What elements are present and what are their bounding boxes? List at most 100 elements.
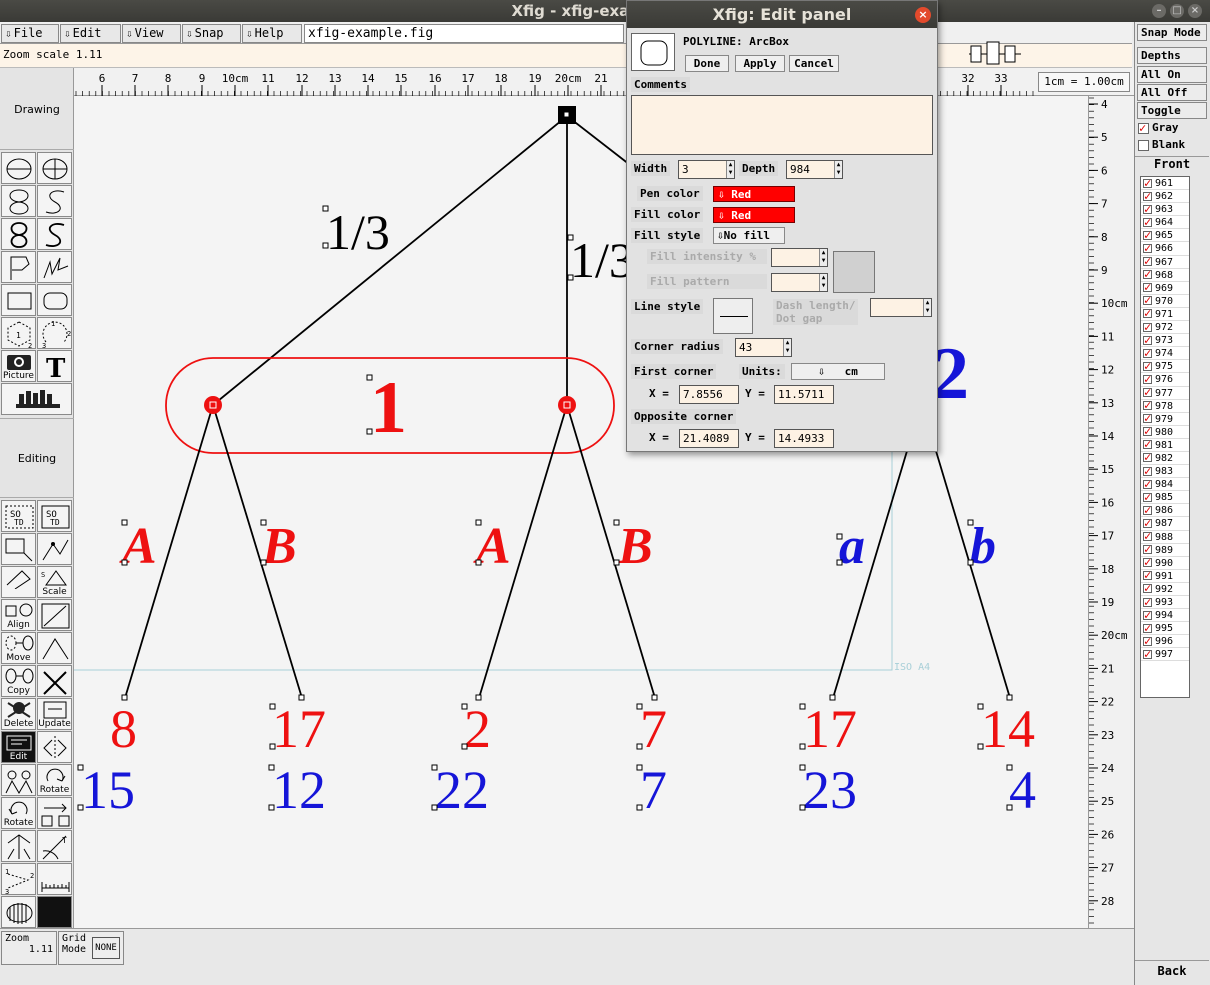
width-field[interactable]: 3 ▲ ▼	[678, 160, 735, 179]
spinner-icon[interactable]: ▲ ▼	[834, 161, 842, 178]
decision-node[interactable]	[204, 396, 222, 414]
checkbox-icon[interactable]	[1143, 465, 1152, 478]
payoff-player2[interactable]: 12	[272, 760, 326, 820]
dash-length-field[interactable]: ▲ ▼	[870, 298, 932, 317]
fill-intensity-field[interactable]: ▲ ▼	[771, 248, 828, 267]
box-tool[interactable]	[1, 284, 36, 316]
selection-handle[interactable]	[366, 374, 373, 381]
checkbox-icon[interactable]	[1143, 399, 1152, 412]
checkbox-icon[interactable]	[1143, 530, 1152, 543]
done-button[interactable]: Done	[685, 55, 729, 72]
zoom-control[interactable]: Zoom 1.11	[1, 931, 57, 965]
checkbox-icon[interactable]	[1143, 386, 1152, 399]
arc-tool[interactable]: 1 2 3	[37, 317, 72, 349]
open-compound-tool[interactable]	[1, 533, 36, 565]
selection-handle[interactable]	[269, 743, 276, 750]
move-label[interactable]: A	[119, 518, 157, 575]
ruler-point-tool[interactable]: 1 2 3	[1, 863, 36, 895]
payoff-player2[interactable]: 23	[803, 760, 857, 820]
all-off-button[interactable]: All Off	[1137, 84, 1207, 101]
copy-tool[interactable]: Copy	[1, 665, 36, 697]
flip-tool[interactable]	[37, 731, 72, 763]
depth-list[interactable]: 9619629639649659669679689699709719729739…	[1140, 176, 1190, 698]
rotate-ccw-tool[interactable]: Rotate	[1, 797, 36, 829]
selection-handle[interactable]	[269, 703, 276, 710]
checkbox-icon[interactable]	[1143, 360, 1152, 373]
spinner-icon[interactable]: ▲ ▼	[783, 339, 791, 356]
selection-handle[interactable]	[799, 703, 806, 710]
grid-mode-value[interactable]: NONE	[92, 937, 120, 959]
move-label[interactable]: B	[617, 518, 653, 575]
selection-handle[interactable]	[967, 559, 974, 566]
checkbox-icon[interactable]	[1143, 543, 1152, 556]
checkbox-icon[interactable]	[1143, 609, 1152, 622]
first-y-field[interactable]: 11.5711	[774, 385, 834, 404]
selection-handle[interactable]	[1006, 764, 1013, 771]
closed-spline-tool[interactable]	[1, 185, 36, 217]
color-swatch[interactable]	[37, 896, 72, 928]
checkbox-icon[interactable]	[1143, 294, 1152, 307]
selection-handle[interactable]	[567, 274, 574, 281]
checkbox-icon[interactable]	[1143, 281, 1152, 294]
fill-style-button[interactable]: ⇩No fill	[713, 227, 785, 244]
payoff-player2[interactable]: 22	[435, 760, 489, 820]
glue-tool[interactable]: SO TD	[1, 500, 36, 532]
polyline-tool[interactable]	[1, 251, 36, 283]
selection-handle[interactable]	[799, 764, 806, 771]
line-style-button[interactable]	[713, 298, 753, 334]
selection-handle[interactable]	[836, 559, 843, 566]
menu-edit[interactable]: ⇩ Edit	[60, 24, 121, 43]
probability-label[interactable]: 1/3	[570, 232, 634, 288]
all-on-button[interactable]: All On	[1137, 66, 1207, 83]
checkbox-icon[interactable]	[1143, 373, 1152, 386]
checkbox-icon[interactable]	[1143, 556, 1152, 569]
gray-checkbox[interactable]: Gray	[1138, 121, 1179, 135]
probability-label[interactable]: 1/3	[326, 204, 390, 260]
open-xspline-tool[interactable]	[37, 218, 72, 250]
decision-node[interactable]	[558, 396, 576, 414]
selection-handle[interactable]	[1006, 694, 1013, 701]
payoff-player1[interactable]: 14	[981, 699, 1035, 759]
cancel-button[interactable]: Cancel	[789, 55, 839, 72]
selection-handle[interactable]	[475, 559, 482, 566]
selection-handle[interactable]	[475, 694, 482, 701]
depths-button[interactable]: Depths	[1137, 47, 1207, 64]
break-tool[interactable]: SO TD	[37, 500, 72, 532]
checkbox-icon[interactable]	[1143, 451, 1152, 464]
selection-handle[interactable]	[431, 804, 438, 811]
menu-snap[interactable]: ⇩ Snap	[182, 24, 241, 43]
checkbox-icon[interactable]	[1143, 321, 1152, 334]
checkbox-icon[interactable]	[1143, 622, 1152, 635]
branch-line[interactable]	[212, 115, 568, 406]
scale-tool[interactable]: S Scale	[37, 566, 72, 598]
selection-handle[interactable]	[636, 703, 643, 710]
selection-handle[interactable]	[799, 743, 806, 750]
corner-radius-field[interactable]: 43 ▲ ▼	[735, 338, 792, 357]
regular-polygon-tool[interactable]: 12	[1, 317, 36, 349]
freehand-tool[interactable]	[37, 251, 72, 283]
checkbox-icon[interactable]	[1143, 491, 1152, 504]
branch-line[interactable]	[566, 115, 635, 169]
checkbox-icon[interactable]	[1143, 307, 1152, 320]
payoff-player2[interactable]: 4	[1009, 760, 1036, 820]
menu-view[interactable]: ⇩ View	[122, 24, 181, 43]
align-tool[interactable]: Align	[1, 599, 36, 631]
checkbox-icon[interactable]	[1143, 334, 1152, 347]
delete-point-tool[interactable]	[37, 632, 72, 664]
rotate-cw-tool[interactable]: Rotate	[37, 764, 72, 796]
fill-color-button[interactable]: ⇩ Red	[713, 207, 795, 223]
anchor-tool[interactable]	[1, 830, 36, 862]
measure-tool[interactable]	[37, 863, 72, 895]
opposite-y-field[interactable]: 14.4933	[774, 429, 834, 448]
payoff-player2[interactable]: 7	[640, 760, 667, 820]
checkbox-icon[interactable]	[1143, 255, 1152, 268]
checkbox-icon[interactable]	[1143, 648, 1152, 661]
checkbox-icon[interactable]	[1143, 229, 1152, 242]
checkbox-icon[interactable]	[1143, 569, 1152, 582]
depth-field[interactable]: 984 ▲ ▼	[786, 160, 843, 179]
checkbox-icon[interactable]	[1143, 177, 1152, 190]
checkbox-icon[interactable]	[1143, 517, 1152, 530]
selection-handle[interactable]	[121, 694, 128, 701]
fill-pattern-field[interactable]: ▲ ▼	[771, 273, 828, 292]
menu-file[interactable]: ⇩ File	[1, 24, 59, 43]
